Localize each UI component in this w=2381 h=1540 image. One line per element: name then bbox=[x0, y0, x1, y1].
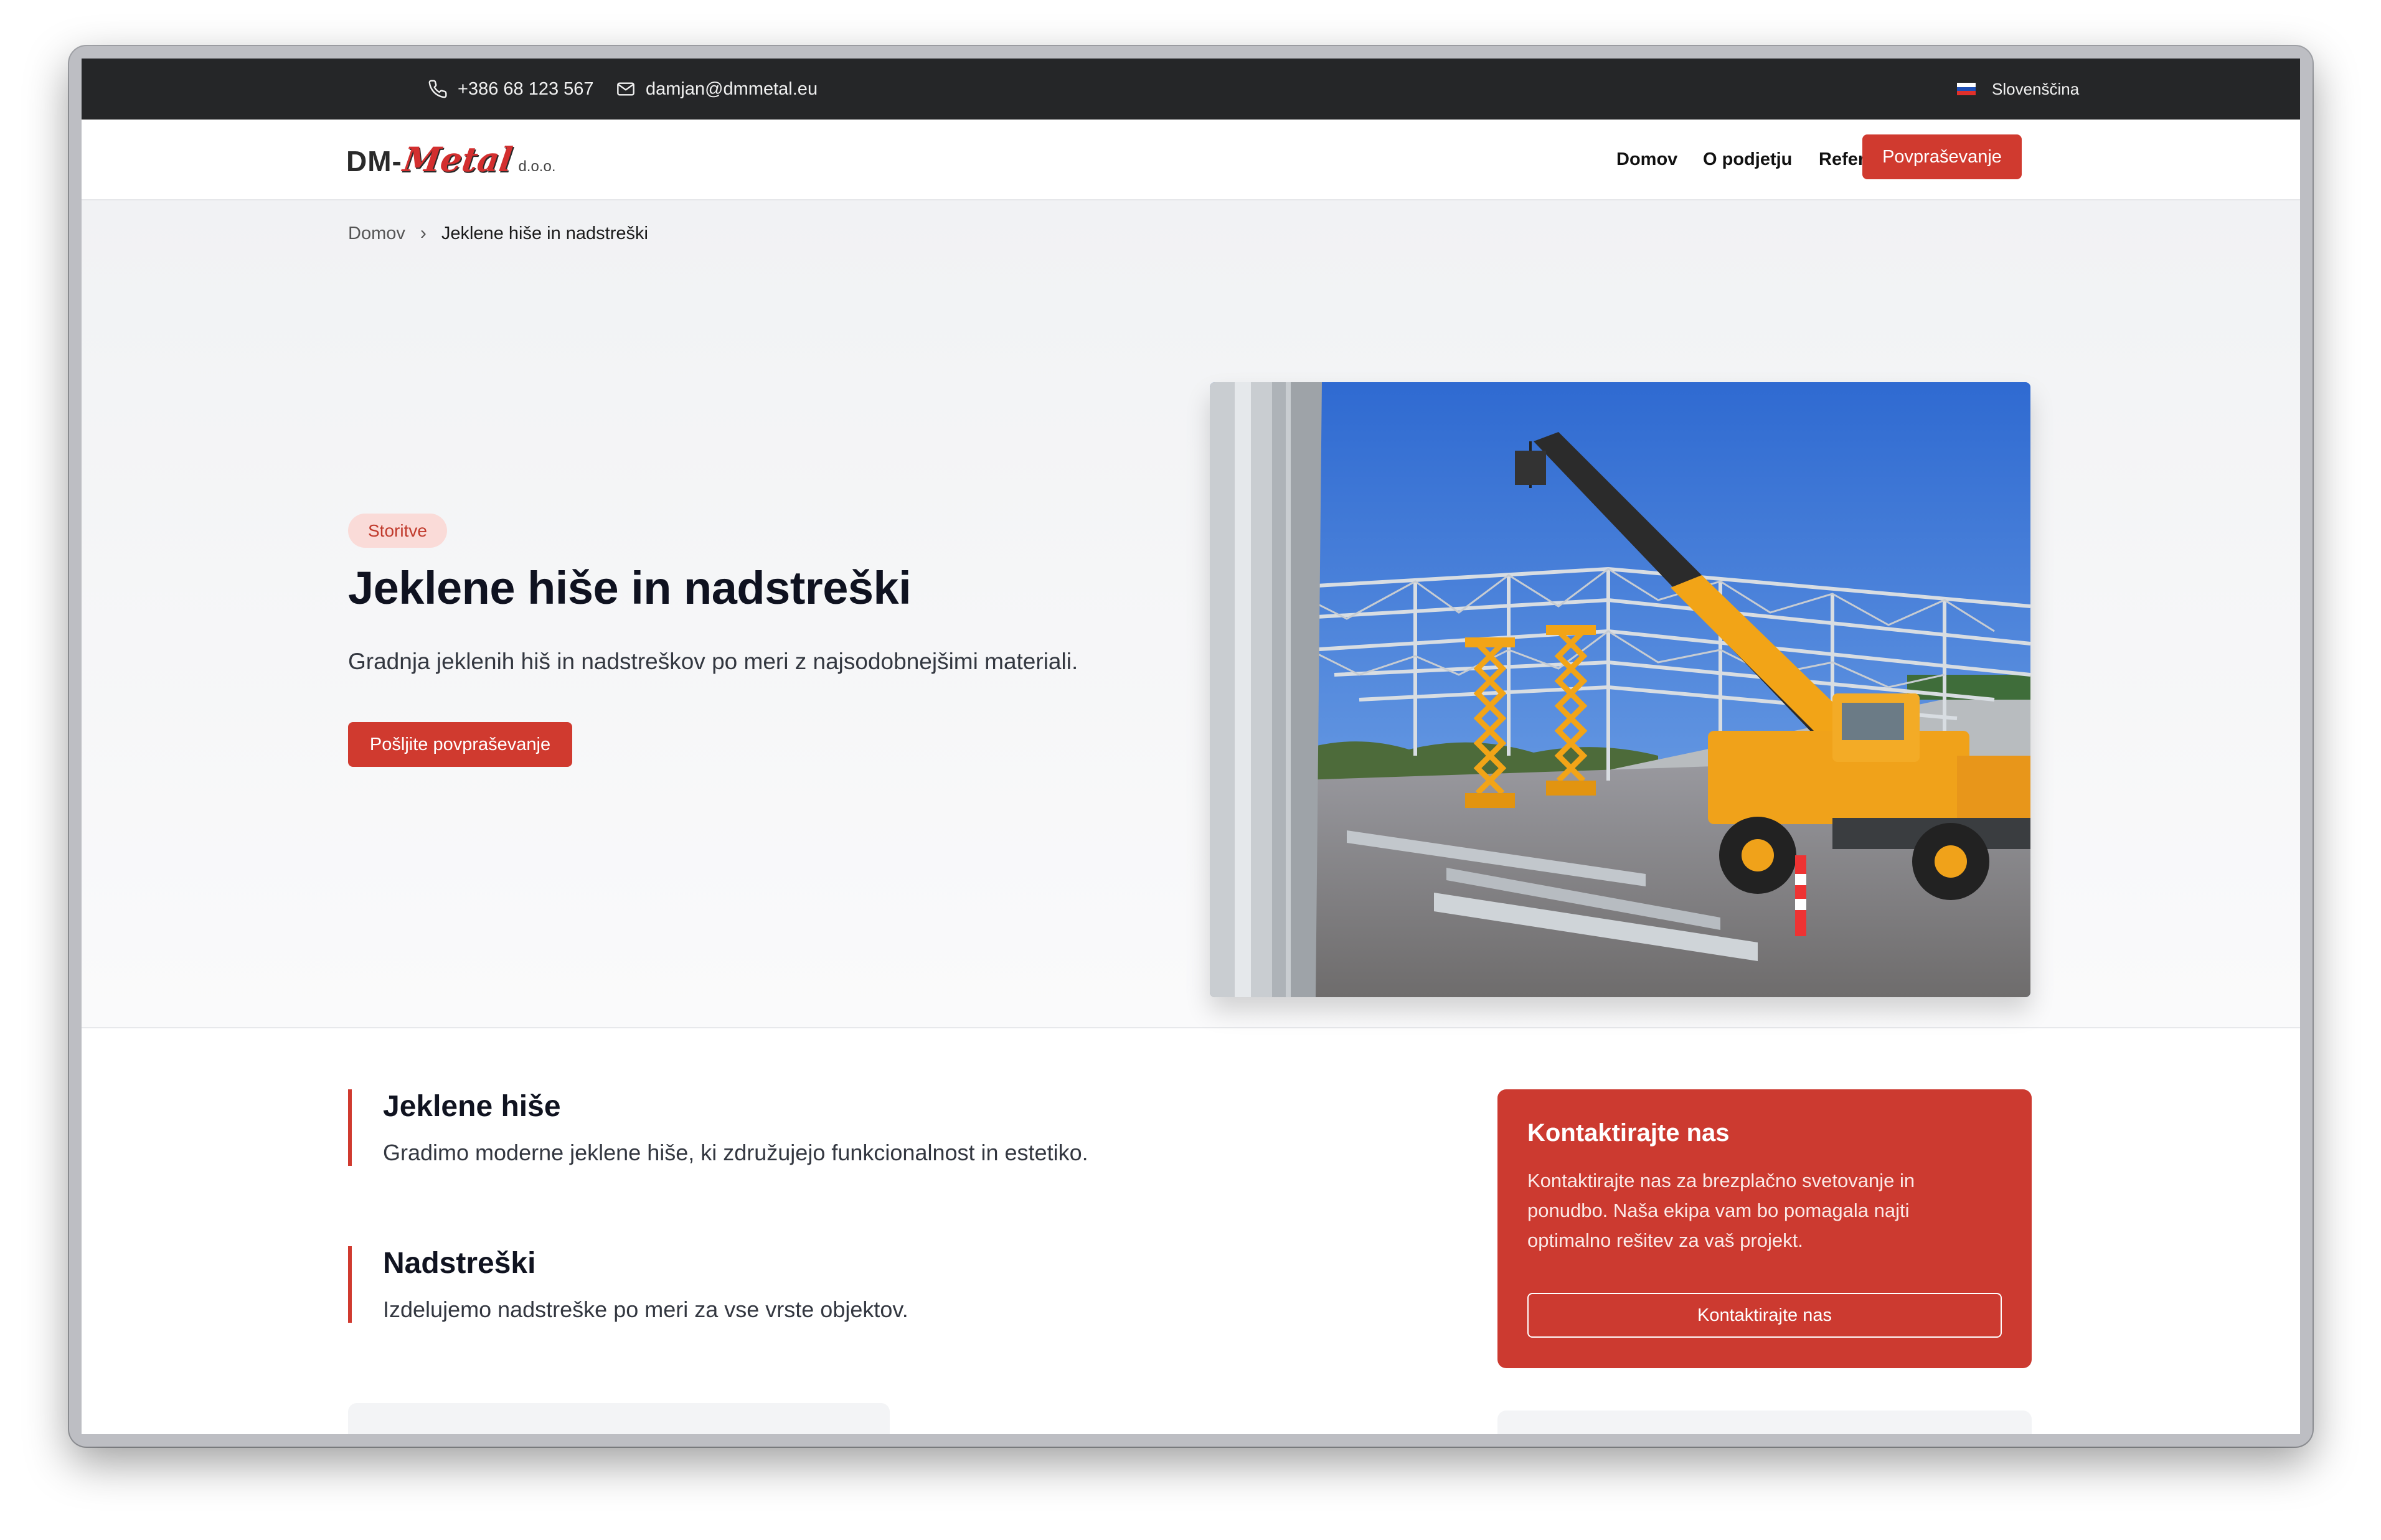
send-inquiry-button[interactable]: Pošljite povpraševanje bbox=[348, 722, 572, 767]
logo-dm: DM- bbox=[346, 145, 402, 177]
contact-button[interactable]: Kontaktirajte nas bbox=[1527, 1293, 2002, 1338]
breadcrumb-current: Jeklene hiše in nadstreški bbox=[441, 223, 648, 243]
email-address: damjan@dmmetal.eu bbox=[646, 78, 818, 99]
feature-text: Gradimo moderne jeklene hiše, ki združuj… bbox=[383, 1140, 1088, 1165]
feature-title: Nadstreški bbox=[383, 1247, 536, 1280]
nav-link-domov[interactable]: Domov bbox=[1616, 120, 1677, 199]
nav-link-o-podjetju[interactable]: O podjetju bbox=[1703, 120, 1792, 199]
email-link[interactable]: damjan@dmmetal.eu bbox=[616, 59, 818, 120]
next-card-left bbox=[348, 1403, 890, 1434]
inquiry-nav-button[interactable]: Povpraševanje bbox=[1862, 134, 2022, 179]
phone-icon bbox=[428, 80, 447, 98]
category-badge: Storitve bbox=[348, 514, 447, 548]
slovenia-flag-icon bbox=[1957, 83, 1976, 95]
page-content: +386 68 123 567 damjan@dmmetal.eu Sloven… bbox=[82, 59, 2300, 1434]
top-contact-bar: +386 68 123 567 damjan@dmmetal.eu Sloven… bbox=[82, 59, 2300, 120]
hero-subtitle: Gradnja jeklenih hiš in nadstreškov po m… bbox=[348, 649, 1078, 674]
breadcrumb-home[interactable]: Domov bbox=[348, 223, 405, 244]
company-logo[interactable]: DM- Metal d.o.o. bbox=[346, 139, 556, 179]
phone-link[interactable]: +386 68 123 567 bbox=[428, 59, 594, 120]
chevron-right-icon: › bbox=[420, 223, 427, 243]
phone-number: +386 68 123 567 bbox=[458, 78, 594, 99]
next-card-right bbox=[1497, 1411, 2032, 1434]
mail-icon bbox=[617, 82, 634, 96]
main-navbar: DM- Metal d.o.o. Domov O podjetju Refere… bbox=[82, 120, 2300, 200]
feature-text: Izdelujemo nadstreške po meri za vse vrs… bbox=[383, 1297, 908, 1322]
feature-title: Jeklene hiše bbox=[383, 1090, 561, 1123]
language-label: Slovenščina bbox=[1992, 79, 2080, 98]
contact-card: Kontaktirajte nas Kontaktirajte nas za b… bbox=[1497, 1089, 2032, 1368]
contact-text: Kontaktirajte nas za brezplačno svetovan… bbox=[1527, 1170, 1915, 1251]
logo-metal: Metal bbox=[400, 139, 515, 179]
page-title: Jeklene hiše in nadstreški bbox=[348, 562, 912, 614]
feature-jeklene-hise: Jeklene hiše Gradimo moderne jeklene hiš… bbox=[348, 1089, 1220, 1166]
hero-construction-image bbox=[1210, 382, 2030, 997]
crane-construction-illustration bbox=[1210, 382, 2030, 997]
language-selector[interactable]: Slovenščina bbox=[1957, 59, 2079, 120]
breadcrumb: Domov › Jeklene hiše in nadstreški bbox=[348, 223, 648, 244]
browser-window: +386 68 123 567 damjan@dmmetal.eu Sloven… bbox=[69, 46, 2313, 1447]
hero-section: Domov › Jeklene hiše in nadstreški Stori… bbox=[82, 200, 2300, 1028]
logo-suffix: d.o.o. bbox=[518, 158, 556, 175]
contact-title: Kontaktirajte nas bbox=[1527, 1119, 1730, 1147]
feature-nadstreski: Nadstreški Izdelujemo nadstreške po meri… bbox=[348, 1246, 1220, 1323]
